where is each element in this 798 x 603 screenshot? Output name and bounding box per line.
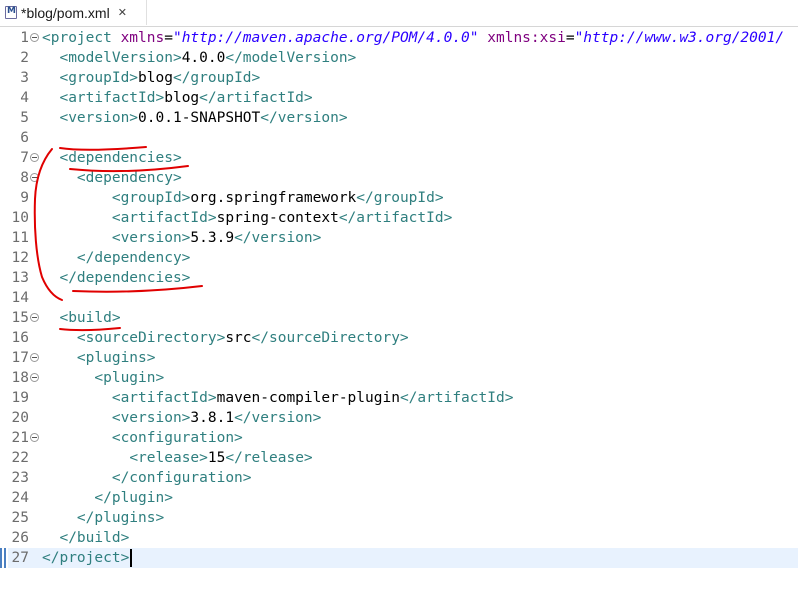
maven-pom-file-icon [5,6,17,19]
code-line[interactable]: 4 <artifactId>blog</artifactId> [0,88,798,108]
code-line[interactable]: 7 <dependencies> [0,148,798,168]
tab-pom-xml[interactable]: *blog/pom.xml ✕ [0,0,147,25]
fold-toggle-icon[interactable] [30,33,39,42]
code-line[interactable]: 9 <groupId>org.springframework</groupId> [0,188,798,208]
code-line[interactable]: 24 </plugin> [0,488,798,508]
line-number: 4 [20,90,29,106]
line-number: 9 [20,190,29,206]
line-number: 26 [11,530,29,546]
code-line[interactable]: 13 </dependencies> [0,268,798,288]
code-line[interactable]: 18 <plugin> [0,368,798,388]
code-text: <modelVersion>4.0.0</modelVersion> [59,50,357,66]
line-number: 7 [20,150,29,166]
code-line[interactable]: 15 <build> [0,308,798,328]
line-number: 3 [20,70,29,86]
code-text: <version>0.0.1-SNAPSHOT</version> [59,110,348,126]
line-number: 8 [20,170,29,186]
code-text: </dependencies> [59,270,191,286]
line-number: 24 [11,490,29,506]
line-number: 14 [11,290,29,306]
code-line[interactable]: 25 </plugins> [0,508,798,528]
text-caret [130,549,132,567]
line-number: 12 [11,250,29,266]
code-text: <release>15</release> [129,450,313,466]
code-text: <build> [59,310,121,326]
code-line[interactable]: 12 </dependency> [0,248,798,268]
code-line[interactable]: 5 <version>0.0.1-SNAPSHOT</version> [0,108,798,128]
line-number: 17 [11,350,29,366]
line-number: 23 [11,470,29,486]
line-number: 1 [20,30,29,46]
code-line[interactable]: 16 <sourceDirectory>src</sourceDirectory… [0,328,798,348]
fold-toggle-icon[interactable] [30,353,39,362]
code-line[interactable]: 8 <dependency> [0,168,798,188]
code-line[interactable]: 14 [0,288,798,308]
code-text: <plugins> [76,350,156,366]
line-number: 18 [11,370,29,386]
fold-toggle-icon[interactable] [30,153,39,162]
code-text: <plugin> [94,370,165,386]
code-line[interactable]: 27 </project> [0,548,798,568]
code-text: <artifactId>blog</artifactId> [59,90,313,106]
code-line[interactable]: 11 <version>5.3.9</version> [0,228,798,248]
code-line[interactable]: 23 </configuration> [0,468,798,488]
line-number: 19 [11,390,29,406]
code-text: <dependencies> [59,150,182,166]
code-text: </dependency> [76,250,191,266]
code-line[interactable]: 6 [0,128,798,148]
line-number: 20 [11,410,29,426]
code-text: <configuration> [111,430,243,446]
fold-toggle-icon[interactable] [30,373,39,382]
code-line[interactable]: 26 </build> [0,528,798,548]
line-number: 21 [11,430,29,446]
editor-tab-bar: *blog/pom.xml ✕ [0,0,798,27]
code-line[interactable]: 1 <project xmlns="http://maven.apache.org… [0,28,798,48]
code-text: <groupId>org.springframework</groupId> [111,190,444,206]
line-number: 10 [11,210,29,226]
code-text: </plugin> [94,490,173,506]
code-line[interactable]: 20 <version>3.8.1</version> [0,408,798,428]
code-text: <version>5.3.9</version> [111,230,322,246]
source-editor[interactable]: 1 <project xmlns="http://maven.apache.org… [0,27,798,603]
code-line[interactable]: 3 <groupId>blog</groupId> [0,68,798,88]
code-text: <sourceDirectory>src</sourceDirectory> [76,330,409,346]
code-text: <dependency> [76,170,182,186]
tab-title: *blog/pom.xml [21,4,110,21]
xml-editor-window: *blog/pom.xml ✕ 1 <project xmlns="http://… [0,0,798,603]
code-text: <artifactId>maven-compiler-plugin</artif… [111,390,514,406]
line-number: 22 [11,450,29,466]
code-line[interactable]: 21 <configuration> [0,428,798,448]
code-text: <project xmlns="http://maven.apache.org/… [42,30,785,46]
code-text: <version>3.8.1</version> [111,410,322,426]
code-text: </configuration> [111,470,252,486]
code-line[interactable]: 10 <artifactId>spring-context</artifactI… [0,208,798,228]
code-text: <artifactId>spring-context</artifactId> [111,210,453,226]
fold-toggle-icon[interactable] [30,313,39,322]
code-line[interactable]: 22 <release>15</release> [0,448,798,468]
code-text: <groupId>blog</groupId> [59,70,261,86]
code-text: </project> [42,550,130,566]
line-number: 25 [11,510,29,526]
line-number: 2 [20,50,29,66]
code-text: </build> [59,530,130,546]
line-number: 15 [11,310,29,326]
line-number: 16 [11,330,29,346]
line-number: 27 [11,550,29,566]
fold-toggle-icon[interactable] [30,433,39,442]
line-number: 6 [20,130,29,146]
fold-toggle-icon[interactable] [30,173,39,182]
line-number: 5 [20,110,29,126]
code-line[interactable]: 2 <modelVersion>4.0.0</modelVersion> [0,48,798,68]
close-icon[interactable]: ✕ [118,6,127,19]
code-line[interactable]: 19 <artifactId>maven-compiler-plugin</ar… [0,388,798,408]
line-number: 11 [11,230,29,246]
line-number: 13 [11,270,29,286]
code-line[interactable]: 17 <plugins> [0,348,798,368]
code-text: </plugins> [76,510,165,526]
